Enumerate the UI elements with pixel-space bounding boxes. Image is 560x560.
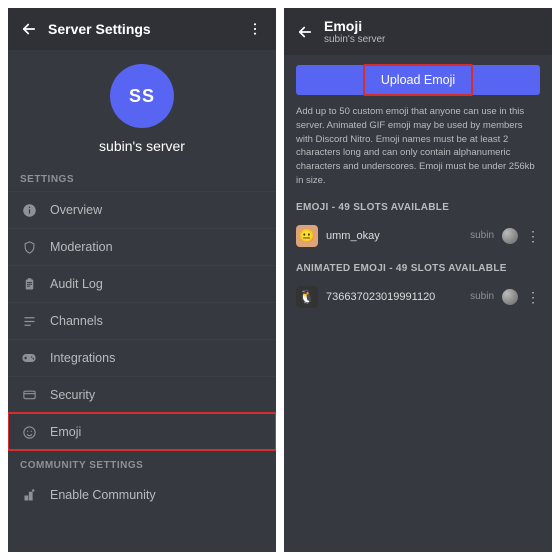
settings-section-label: SETTINGS: [8, 164, 276, 191]
emoji-header: Emoji subin's server: [284, 8, 552, 55]
emoji-thumbnail: 🐧: [296, 286, 318, 308]
emoji-uploader: subin: [470, 291, 494, 302]
back-arrow-icon[interactable]: [18, 18, 40, 40]
menu-label: Moderation: [50, 240, 113, 254]
gamepad-icon: [20, 349, 38, 367]
menu-label: Channels: [50, 314, 103, 328]
menu-channels[interactable]: Channels: [8, 302, 276, 339]
server-settings-panel: Server Settings SS subin's server SETTIN…: [8, 8, 276, 552]
server-avatar[interactable]: SS: [110, 64, 174, 128]
menu-overview[interactable]: Overview: [8, 191, 276, 228]
emoji-uploader: subin: [470, 230, 494, 241]
menu-emoji[interactable]: Emoji: [8, 413, 276, 450]
emoji-description: Add up to 50 custom emoji that anyone ca…: [296, 105, 540, 188]
community-icon: [20, 486, 38, 504]
animated-emoji-slots-label: ANIMATED EMOJI - 49 SLOTS AVAILABLE: [296, 263, 540, 274]
upload-emoji-button[interactable]: Upload Emoji: [296, 65, 540, 95]
emoji-title: Emoji: [324, 18, 542, 34]
settings-header: Server Settings: [8, 8, 276, 50]
server-hero: SS subin's server: [8, 50, 276, 164]
emoji-icon: [20, 423, 38, 441]
menu-label: Emoji: [50, 425, 81, 439]
menu-audit-log[interactable]: Audit Log: [8, 265, 276, 302]
emoji-name: 736637023019991120: [326, 291, 462, 303]
clipboard-icon: [20, 275, 38, 293]
emoji-thumbnail: 😐: [296, 225, 318, 247]
menu-moderation[interactable]: Moderation: [8, 228, 276, 265]
more-icon[interactable]: ⋮: [526, 290, 540, 304]
more-icon[interactable]: [244, 18, 266, 40]
security-icon: [20, 386, 38, 404]
emoji-slots-label: EMOJI - 49 SLOTS AVAILABLE: [296, 202, 540, 213]
menu-integrations[interactable]: Integrations: [8, 339, 276, 376]
uploader-avatar: [502, 228, 518, 244]
emoji-name: umm_okay: [326, 230, 462, 242]
menu-enable-community[interactable]: Enable Community: [8, 477, 276, 513]
emoji-subtitle: subin's server: [324, 34, 542, 45]
list-icon: [20, 312, 38, 330]
emoji-row[interactable]: 🐧 736637023019991120 subin ⋮: [296, 284, 540, 310]
emoji-panel: Emoji subin's server Upload Emoji Add up…: [284, 8, 552, 552]
more-icon[interactable]: ⋮: [526, 229, 540, 243]
menu-security[interactable]: Security: [8, 376, 276, 413]
menu-label: Enable Community: [50, 488, 156, 502]
menu-label: Audit Log: [50, 277, 103, 291]
community-section-label: COMMUNITY SETTINGS: [8, 450, 276, 477]
settings-title: Server Settings: [48, 21, 244, 37]
back-arrow-icon[interactable]: [294, 21, 316, 43]
shield-icon: [20, 238, 38, 256]
menu-label: Overview: [50, 203, 102, 217]
server-name: subin's server: [99, 138, 185, 154]
uploader-avatar: [502, 289, 518, 305]
emoji-row[interactable]: 😐 umm_okay subin ⋮: [296, 223, 540, 249]
info-icon: [20, 201, 38, 219]
menu-label: Integrations: [50, 351, 115, 365]
menu-label: Security: [50, 388, 95, 402]
